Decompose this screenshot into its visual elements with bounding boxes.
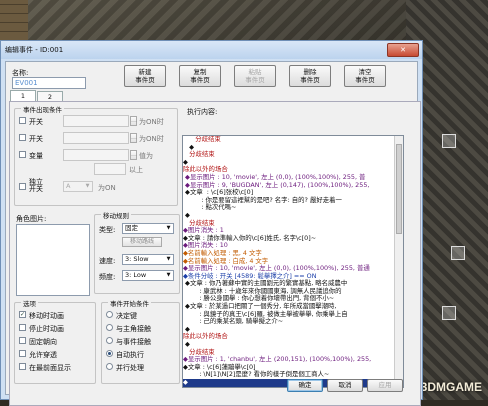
command-line[interactable]: ◆ [183,340,403,349]
watermark: 3DMGAME [420,380,482,394]
options-title: 选项 [21,298,38,308]
self-switch-label: 独立开关 [29,178,43,193]
command-line[interactable]: : \N[1]\N[2]是麼? 看你的樣子倒是個工商人~ [183,371,403,379]
clear-page-button[interactable]: 清空 事件页 [344,65,386,87]
command-list[interactable]: 分歧结束 ◆ 分歧结束 ◆ 除此以外的场合 ◆显示图片 : 10, 'movie',… [182,135,404,388]
variable-picker[interactable]: … [130,150,137,160]
image-title: 角色图片: [16,215,47,223]
option-label: 固定朝向 [29,338,57,346]
variable-value-input[interactable] [94,163,126,175]
close-button[interactable]: ✕ [387,43,419,57]
movement-title: 移动规则 [101,210,131,220]
cancel-button[interactable]: 取消 [327,379,363,392]
frequency-select[interactable]: 3: Low ▼ [122,270,174,281]
switch2-checkbox[interactable] [19,134,26,141]
command-line[interactable]: : 己的乘某名頭, 騎擧擬之介~ [183,318,403,326]
switch1-label: 开关 [29,118,43,126]
command-list-scrollbar[interactable] [394,136,403,387]
command-line[interactable]: ◆ [183,143,403,152]
new-page-button[interactable]: 新建 事件页 [124,65,166,87]
trigger-radio[interactable] [106,350,113,357]
switch1-suffix: 为ON时 [139,118,164,126]
move-type-select[interactable]: 固定 ▼ [122,223,174,234]
script-title: 执行内容: [187,108,218,116]
option-checkbox[interactable] [19,363,26,370]
variable-checkbox[interactable] [19,151,26,158]
command-line[interactable]: 除此以外的场合 [183,333,403,341]
option-label: 停止时动画 [29,325,64,333]
trigger-radio[interactable] [106,337,113,344]
switch2-suffix: 为ON时 [139,135,164,143]
switch2-picker[interactable]: … [130,133,137,143]
trigger-label: 与主角接触 [116,325,151,333]
speed-select[interactable]: 3: Slow ▼ [122,254,174,265]
trigger-radio[interactable] [106,363,113,370]
map-marker [451,246,465,260]
trigger-radio[interactable] [106,324,113,331]
option-checkbox[interactable] [19,324,26,331]
event-name-input[interactable]: EV001 [12,77,86,89]
variable-above-label: 以上 [129,166,143,174]
apply-button[interactable]: 应用 [367,379,403,392]
trigger-label: 与事件接触 [116,338,151,346]
move-type-label: 类型: [99,226,116,234]
option-label: 允许穿透 [29,351,57,359]
command-line[interactable]: ◆ [183,211,403,220]
trigger-label: 决定键 [116,312,137,320]
command-line[interactable]: 分歧结束 [183,151,403,159]
switch1-checkbox[interactable] [19,117,26,124]
move-route-button[interactable]: 移动路线 [122,237,162,247]
option-checkbox[interactable] [19,311,26,318]
self-switch-checkbox[interactable] [19,183,26,190]
map-marker [442,134,456,148]
title-bar: 编辑事件 - ID:001 ✕ [1,41,422,59]
variable-suffix: 值为 [139,152,153,160]
frequency-label: 频度: [99,273,116,281]
trigger-label: 自动执行 [116,351,144,359]
self-switch-select[interactable]: A ▼ [63,181,93,192]
option-checkbox[interactable] [19,337,26,344]
switch2-field[interactable] [63,132,129,144]
tab-page-1[interactable]: 1 [10,90,36,101]
trigger-label: 并行处理 [116,364,144,372]
self-switch-suffix: 为ON [98,184,116,192]
command-line[interactable]: 分歧结束 [183,136,403,144]
window-title: 编辑事件 - ID:001 [5,46,64,54]
option-checkbox[interactable] [19,350,26,357]
switch2-label: 开关 [29,135,43,143]
speed-label: 速度: [99,257,116,265]
switch1-field[interactable] [63,115,129,127]
option-label: 移动时动画 [29,312,64,320]
switch1-picker[interactable]: … [130,116,137,126]
command-line[interactable]: : 點次代嗎~ [183,204,403,212]
ok-button[interactable]: 确定 [287,379,323,392]
option-label: 在最前面显示 [29,364,71,372]
tab-page-2[interactable]: 2 [37,91,63,101]
map-marker [442,306,456,320]
edit-event-dialog: 编辑事件 - ID:001 ✕ 名称: EV001 新建 事件页 复制 事件页 粘贴… [0,40,423,406]
trigger-title: 事件开始条件 [108,298,151,308]
copy-page-button[interactable]: 复制 事件页 [179,65,221,87]
paste-page-button[interactable]: 粘贴 事件页 [234,65,276,87]
conditions-title: 事件出现条件 [21,104,64,114]
variable-label: 变量 [29,152,43,160]
variable-field[interactable] [63,149,129,161]
character-image-box[interactable] [16,224,90,296]
delete-page-button[interactable]: 删除 事件页 [289,65,331,87]
trigger-radio[interactable] [106,311,113,318]
